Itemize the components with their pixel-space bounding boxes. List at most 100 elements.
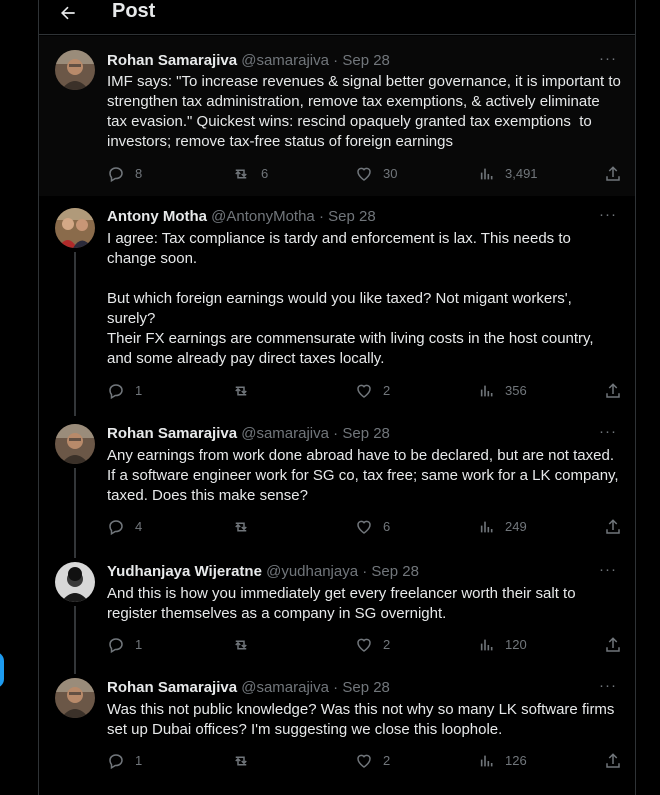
avatar-rohan-icon [55, 678, 95, 718]
tweet-date[interactable]: Sep 28 [328, 208, 376, 225]
tweet-text: I agree: Tax compliance is tardy and enf… [107, 230, 594, 367]
tweet-date[interactable]: Sep 28 [342, 52, 390, 69]
views-chart-icon [480, 168, 493, 180]
tweet-date[interactable]: Sep 28 [342, 679, 390, 696]
heart-icon [357, 520, 371, 534]
reply-count: 1 [135, 383, 143, 398]
view-count: 3,491 [505, 166, 538, 181]
like-button[interactable]: 2 [355, 752, 390, 770]
like-button[interactable]: 2 [355, 636, 390, 654]
more-options-button[interactable]: ··· [599, 50, 617, 67]
arrow-left-icon [61, 6, 75, 20]
repost-icon [235, 640, 247, 650]
tweet-actions: 1 2 120 [107, 636, 622, 656]
tweet-text: IMF says: "To increase revenues & signal… [107, 73, 626, 150]
views-button[interactable]: 120 [479, 636, 527, 654]
reply-button[interactable]: 1 [107, 636, 142, 654]
like-button[interactable]: 30 [355, 165, 397, 183]
author-name[interactable]: Antony Motha [107, 208, 207, 225]
repost-button[interactable] [231, 518, 261, 536]
share-button[interactable] [604, 518, 622, 541]
heart-icon [357, 167, 371, 181]
view-count: 126 [505, 753, 527, 768]
reply-count: 1 [135, 637, 143, 652]
more-options-button[interactable]: ··· [599, 423, 617, 440]
avatar-rohan-icon [55, 424, 95, 464]
repost-button[interactable]: 6 [231, 165, 268, 183]
repost-button[interactable] [231, 382, 261, 400]
tweet[interactable]: Antony Motha @AntonyMotha · Sep 28 ··· I… [39, 196, 635, 416]
tweet[interactable]: Yudhanjaya Wijeratne @yudhanjaya · Sep 2… [39, 552, 635, 674]
like-count: 2 [383, 753, 391, 768]
like-button[interactable]: 6 [355, 518, 390, 536]
tweet[interactable]: Rohan Samarajiva @samarajiva · Sep 28 ··… [39, 414, 635, 558]
views-button[interactable]: 3,491 [479, 165, 538, 183]
avatar[interactable] [55, 208, 95, 248]
reply-button[interactable]: 8 [107, 165, 142, 183]
view-count: 120 [505, 637, 527, 652]
dot-separator: · [362, 563, 368, 580]
views-button[interactable]: 126 [479, 752, 527, 770]
author-name[interactable]: Yudhanjaya Wijeratne [107, 563, 262, 580]
repost-icon [235, 169, 247, 179]
more-options-button[interactable]: ··· [599, 677, 617, 694]
repost-icon [235, 386, 247, 396]
back-button[interactable] [56, 1, 80, 25]
tweet[interactable]: Rohan Samarajiva @samarajiva · Sep 28 ··… [39, 36, 635, 196]
views-chart-icon [480, 521, 493, 533]
reply-icon [109, 754, 123, 770]
tweet-date[interactable]: Sep 28 [371, 563, 419, 580]
avatar[interactable] [55, 50, 95, 90]
author-handle[interactable]: @yudhanjaya [266, 563, 358, 580]
share-button[interactable] [604, 636, 622, 659]
like-count: 2 [383, 637, 391, 652]
tweet-actions: 1 2 126 [107, 752, 622, 772]
share-button[interactable] [604, 165, 622, 188]
author-handle[interactable]: @samarajiva [241, 679, 329, 696]
reply-count: 4 [135, 519, 143, 534]
author-handle[interactable]: @samarajiva [241, 52, 329, 69]
tweet[interactable]: Rohan Samarajiva @samarajiva · Sep 28 ··… [39, 668, 635, 795]
tweet-header: Rohan Samarajiva @samarajiva · Sep 28 [107, 52, 390, 70]
share-button[interactable] [604, 382, 622, 405]
like-button[interactable]: 2 [355, 382, 390, 400]
repost-button[interactable] [231, 752, 261, 770]
tweet-date[interactable]: Sep 28 [342, 425, 390, 442]
dot-separator: · [318, 208, 324, 225]
more-options-button[interactable]: ··· [599, 561, 617, 578]
avatar[interactable] [55, 562, 95, 602]
dot-separator: · [333, 52, 339, 69]
views-button[interactable]: 249 [479, 518, 527, 536]
like-count: 30 [383, 166, 398, 181]
share-button[interactable] [604, 752, 622, 775]
tweet-actions: 8 6 30 3,491 [107, 165, 622, 185]
dot-separator: · [333, 425, 339, 442]
top-bar: Post [39, 0, 635, 35]
author-handle[interactable]: @samarajiva [241, 425, 329, 442]
repost-icon [235, 522, 247, 532]
avatar[interactable] [55, 678, 95, 718]
reply-button[interactable]: 1 [107, 382, 142, 400]
author-handle[interactable]: @AntonyMotha [211, 208, 315, 225]
thread-line [74, 468, 76, 558]
reply-button[interactable]: 4 [107, 518, 142, 536]
author-name[interactable]: Rohan Samarajiva [107, 52, 237, 69]
side-floating-button[interactable] [0, 652, 4, 688]
author-name[interactable]: Rohan Samarajiva [107, 679, 237, 696]
repost-button[interactable] [231, 636, 261, 654]
reply-icon [109, 638, 123, 654]
heart-icon [357, 638, 371, 652]
reply-button[interactable]: 1 [107, 752, 142, 770]
author-name[interactable]: Rohan Samarajiva [107, 425, 237, 442]
tweet-header: Rohan Samarajiva @samarajiva · Sep 28 [107, 425, 390, 443]
views-button[interactable]: 356 [479, 382, 527, 400]
more-options-button[interactable]: ··· [599, 206, 617, 223]
tweet-text: Was this not public knowledge? Was this … [107, 701, 619, 738]
avatar[interactable] [55, 424, 95, 464]
tweet-actions: 1 2 356 [107, 382, 622, 402]
page: Post Rohan Samarajiva @samarajiva · Sep … [0, 0, 660, 795]
views-chart-icon [480, 639, 493, 651]
views-chart-icon [480, 755, 493, 767]
tweet-header: Rohan Samarajiva @samarajiva · Sep 28 [107, 679, 390, 697]
tweet-text: Any earnings from work done abroad have … [107, 447, 623, 504]
